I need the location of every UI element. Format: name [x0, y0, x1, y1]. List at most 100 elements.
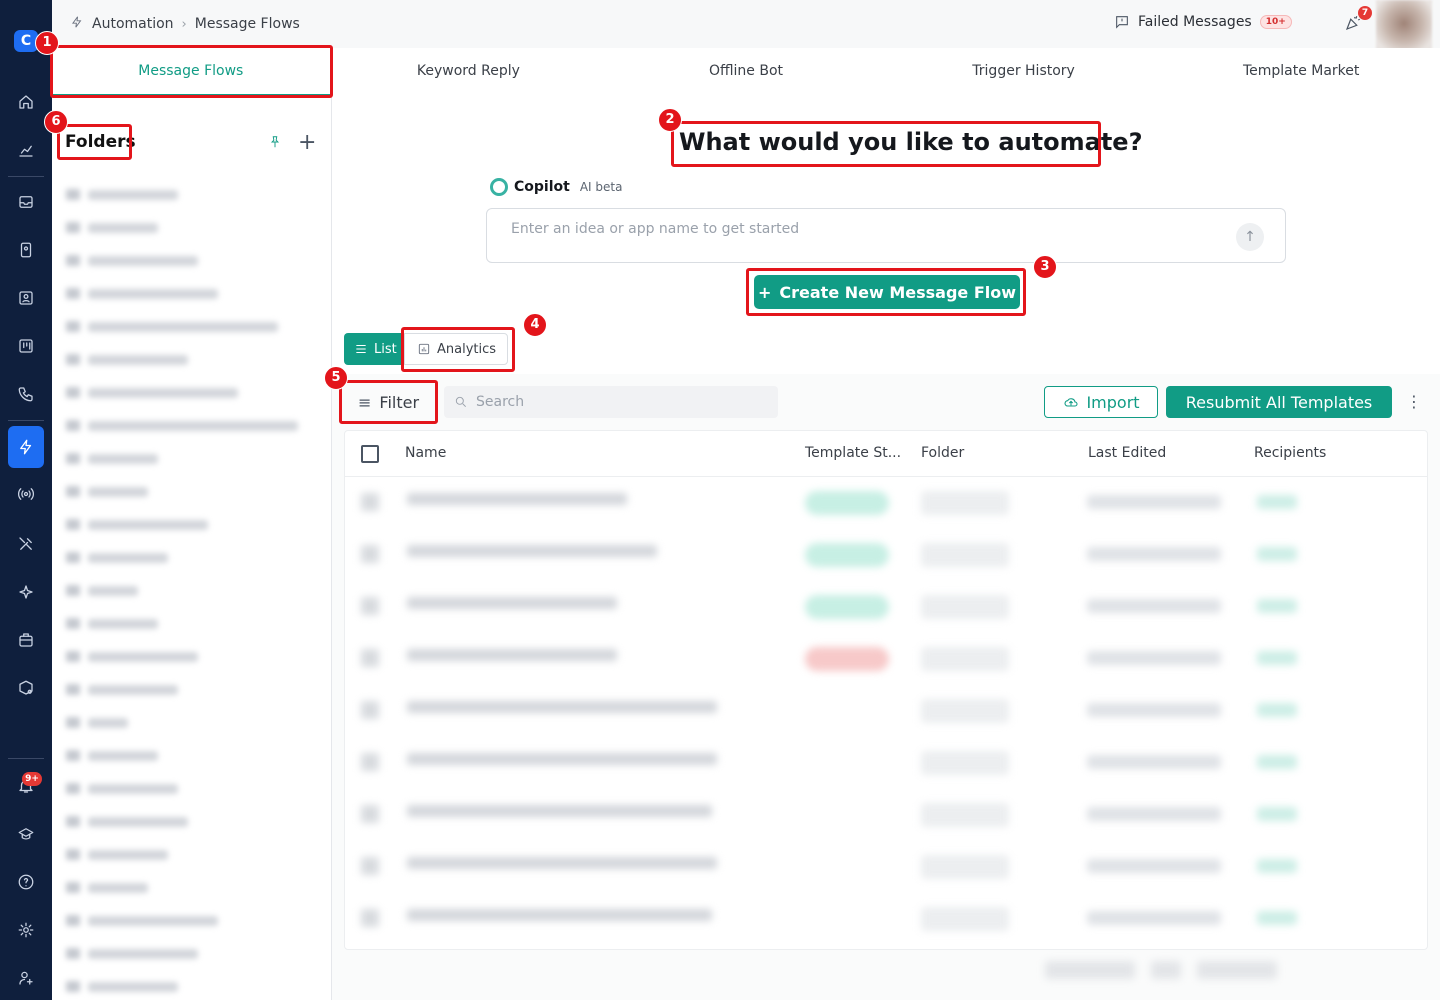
list-view-button[interactable]: List — [344, 333, 404, 365]
folder-item[interactable] — [66, 805, 316, 838]
inbox-icon[interactable] — [14, 190, 38, 214]
folder-item[interactable] — [66, 574, 316, 607]
table-row[interactable] — [345, 633, 1427, 685]
folder-item[interactable] — [66, 607, 316, 640]
tab-keyword-reply[interactable]: Keyword Reply — [330, 48, 608, 96]
analytics-view-button[interactable]: Analytics — [404, 333, 508, 365]
row-name[interactable] — [407, 857, 717, 869]
table-row[interactable] — [345, 529, 1427, 581]
briefcase-icon[interactable] — [14, 628, 38, 652]
user-settings-icon[interactable] — [14, 966, 38, 990]
automation-icon[interactable] — [8, 426, 44, 468]
folder-item[interactable] — [66, 211, 316, 244]
arrow-up-icon[interactable]: ↑ — [1236, 223, 1264, 251]
breadcrumb-automation[interactable]: Automation — [92, 16, 174, 32]
column-template-status[interactable]: Template St... — [805, 445, 901, 461]
more-options-icon[interactable]: ⋮ — [1406, 390, 1422, 414]
pagination-control[interactable] — [1045, 961, 1135, 979]
pin-icon[interactable] — [268, 134, 282, 154]
row-name[interactable] — [407, 545, 657, 557]
row-checkbox[interactable] — [361, 805, 379, 823]
phone-icon[interactable] — [14, 382, 38, 406]
tab-template-market[interactable]: Template Market — [1162, 48, 1440, 96]
row-name[interactable] — [407, 493, 627, 505]
avatar[interactable] — [1376, 0, 1432, 52]
column-recipients[interactable]: Recipients — [1254, 445, 1326, 461]
home-icon[interactable] — [14, 90, 38, 114]
folder-item[interactable] — [66, 937, 316, 970]
column-name[interactable]: Name — [405, 445, 446, 461]
folder-label — [88, 420, 298, 431]
row-checkbox[interactable] — [361, 545, 379, 563]
board-icon[interactable] — [14, 334, 38, 358]
contacts-icon[interactable] — [14, 238, 38, 262]
filter-button[interactable]: ≡ Filter — [344, 386, 434, 418]
table-row[interactable] — [345, 477, 1427, 529]
create-message-flow-button[interactable]: + Create New Message Flow — [754, 275, 1020, 309]
analytics-icon[interactable] — [14, 138, 38, 162]
table-row[interactable] — [345, 893, 1427, 945]
folder-item[interactable] — [66, 244, 316, 277]
column-folder[interactable]: Folder — [921, 445, 964, 461]
folder-item[interactable] — [66, 409, 316, 442]
copilot-idea-input[interactable] — [511, 219, 1211, 239]
row-name[interactable] — [407, 597, 617, 609]
row-checkbox[interactable] — [361, 753, 379, 771]
table-row[interactable] — [345, 737, 1427, 789]
table-row[interactable] — [345, 789, 1427, 841]
table-row[interactable] — [345, 685, 1427, 737]
folder-item[interactable] — [66, 310, 316, 343]
folder-item[interactable] — [66, 904, 316, 937]
folder-item[interactable] — [66, 673, 316, 706]
add-folder-button[interactable]: + — [298, 130, 316, 155]
folder-item[interactable] — [66, 640, 316, 673]
folder-item[interactable] — [66, 475, 316, 508]
row-checkbox[interactable] — [361, 701, 379, 719]
folder-item[interactable] — [66, 343, 316, 376]
resubmit-all-templates-button[interactable]: Resubmit All Templates — [1166, 386, 1392, 418]
table-row[interactable] — [345, 581, 1427, 633]
import-button[interactable]: Import — [1044, 386, 1158, 418]
folder-item[interactable] — [66, 706, 316, 739]
folder-item[interactable] — [66, 838, 316, 871]
row-name[interactable] — [407, 649, 617, 661]
row-name[interactable] — [407, 805, 712, 817]
search-input[interactable] — [476, 392, 766, 412]
row-checkbox[interactable] — [361, 493, 379, 511]
folder-item[interactable] — [66, 541, 316, 574]
select-all-checkbox[interactable] — [361, 445, 379, 463]
tab-trigger-history[interactable]: Trigger History — [885, 48, 1163, 96]
folder-item[interactable] — [66, 970, 316, 1000]
package-settings-icon[interactable] — [14, 676, 38, 700]
row-name[interactable] — [407, 909, 712, 921]
folder-item[interactable] — [66, 508, 316, 541]
celebrate-button[interactable]: 7 — [1344, 6, 1372, 34]
row-checkbox[interactable] — [361, 857, 379, 875]
academy-icon[interactable] — [14, 822, 38, 846]
pagination-control[interactable] — [1197, 961, 1277, 979]
column-last-edited[interactable]: Last Edited — [1088, 445, 1166, 461]
row-name[interactable] — [407, 701, 717, 713]
folder-item[interactable] — [66, 178, 316, 211]
folder-item[interactable] — [66, 376, 316, 409]
row-checkbox[interactable] — [361, 597, 379, 615]
sparkle-icon[interactable] — [14, 580, 38, 604]
agents-icon[interactable] — [14, 286, 38, 310]
tools-icon[interactable] — [14, 532, 38, 556]
settings-icon[interactable] — [14, 918, 38, 942]
tab-offline-bot[interactable]: Offline Bot — [607, 48, 885, 96]
folder-item[interactable] — [66, 871, 316, 904]
folder-item[interactable] — [66, 277, 316, 310]
broadcast-icon[interactable] — [14, 482, 38, 506]
failed-messages-link[interactable]: Failed Messages 10+ — [1114, 14, 1292, 30]
row-name[interactable] — [407, 753, 717, 765]
folder-item[interactable] — [66, 772, 316, 805]
folder-item[interactable] — [66, 442, 316, 475]
pagination-control[interactable] — [1151, 961, 1181, 979]
row-checkbox[interactable] — [361, 909, 379, 927]
table-row[interactable] — [345, 841, 1427, 893]
folder-item[interactable] — [66, 739, 316, 772]
tab-message-flows[interactable]: Message Flows — [52, 48, 330, 96]
row-checkbox[interactable] — [361, 649, 379, 667]
help-icon[interactable] — [14, 870, 38, 894]
